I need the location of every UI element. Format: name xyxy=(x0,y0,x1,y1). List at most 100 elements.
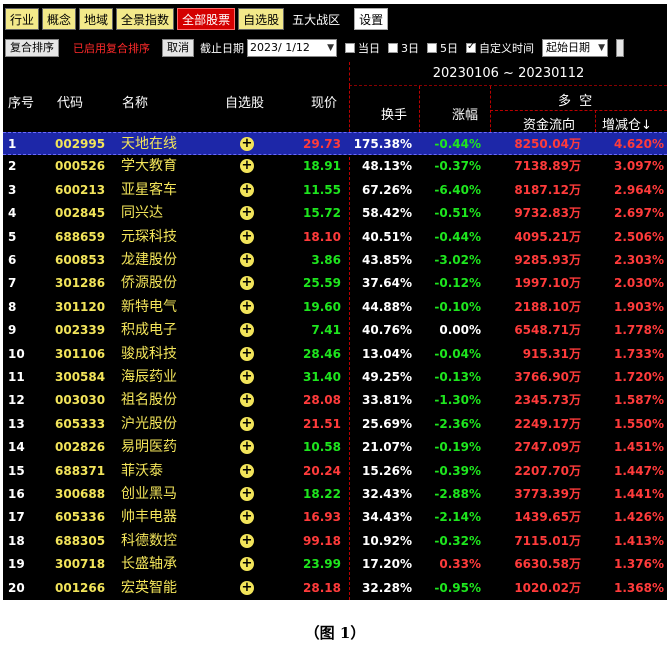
add-watchlist-icon[interactable]: + xyxy=(240,463,254,478)
col-capital-flow[interactable]: 资金流向 xyxy=(523,114,575,133)
col-index[interactable]: 序号 xyxy=(8,92,34,111)
row-index: 13 xyxy=(8,416,25,431)
turnover-rate: 40.51% xyxy=(362,229,412,244)
col-price[interactable]: 现价 xyxy=(311,92,337,111)
tab-all-stocks[interactable]: 全部股票 xyxy=(177,8,236,30)
change-percent: -2.88% xyxy=(434,487,481,501)
option-custom-time[interactable]: 自定义时间 xyxy=(466,40,534,56)
add-watchlist-icon[interactable]: + xyxy=(240,276,254,291)
table-row[interactable]: 4 002845 同兴达 + 15.72 58.42% -0.51% 9732.… xyxy=(3,202,667,225)
col-position-change[interactable]: 增减仓↓ xyxy=(602,114,652,133)
checkbox-icon[interactable] xyxy=(427,43,437,53)
table-row[interactable]: 13 605333 沪光股份 + 21.51 25.69% -2.36% 224… xyxy=(3,413,667,436)
add-watchlist-icon[interactable]: + xyxy=(240,440,254,455)
table-row[interactable]: 5 688659 元琛科技 + 18.10 40.51% -0.44% 4095… xyxy=(3,226,667,249)
stock-code: 688305 xyxy=(55,533,106,548)
col-turnover[interactable]: 换手 xyxy=(381,104,407,123)
end-date-picker[interactable]: 2023/ 1/12 ▼ xyxy=(247,39,337,57)
option-3day[interactable]: 3日 xyxy=(388,40,419,56)
table-row[interactable]: 11 300584 海辰药业 + 31.40 49.25% -0.13% 376… xyxy=(3,366,667,389)
stock-code: 688659 xyxy=(55,229,106,244)
capital-flow: 9285.93万 xyxy=(514,253,581,267)
add-watchlist-icon[interactable]: + xyxy=(240,229,254,244)
table-row[interactable]: 9 002339 积成电子 + 7.41 40.76% 0.00% 6548.7… xyxy=(3,319,667,342)
table-row[interactable]: 16 300688 创业黑马 + 18.22 32.43% -2.88% 377… xyxy=(3,483,667,506)
table-row[interactable]: 15 688371 菲沃泰 + 20.24 15.26% -0.39% 2207… xyxy=(3,460,667,483)
stock-name: 新特电气 xyxy=(121,298,177,315)
stock-code: 600853 xyxy=(55,253,106,267)
add-watchlist-icon[interactable]: + xyxy=(240,557,254,572)
settings-button[interactable]: 设置 xyxy=(354,8,389,30)
change-percent: -0.10% xyxy=(434,299,481,314)
current-price: 25.59 xyxy=(303,276,341,291)
row-index: 11 xyxy=(8,370,25,384)
capital-flow: 4095.21万 xyxy=(514,229,581,244)
start-date-select[interactable]: 起始日期 ▼ xyxy=(542,39,608,57)
add-watchlist-icon[interactable]: + xyxy=(240,137,254,151)
change-percent: -0.44% xyxy=(434,137,481,151)
position-change: 2.964% xyxy=(614,182,664,197)
stock-code: 002339 xyxy=(55,323,106,338)
table-row[interactable]: 12 003030 祖名股份 + 28.08 33.81% -1.30% 234… xyxy=(3,389,667,412)
option-5day-label: 5日 xyxy=(440,42,458,55)
add-watchlist-icon[interactable]: + xyxy=(240,487,254,501)
stock-code: 600213 xyxy=(55,182,106,197)
row-index: 7 xyxy=(8,276,17,291)
table-row[interactable]: 7 301286 侨源股份 + 25.59 37.64% -0.12% 1997… xyxy=(3,272,667,295)
table-row[interactable]: 1 002995 天地在线 + 29.73 175.38% -0.44% 825… xyxy=(3,132,667,156)
tab-five-zones[interactable]: 五大战区 xyxy=(287,8,346,30)
table-row[interactable]: 2 000526 学大教育 + 18.91 48.13% -0.37% 7138… xyxy=(3,155,667,178)
add-watchlist-icon[interactable]: + xyxy=(240,533,254,548)
stock-name: 创业黑马 xyxy=(121,486,177,502)
col-change-pct[interactable]: 涨幅 xyxy=(452,104,478,123)
position-change: 2.030% xyxy=(614,276,664,291)
stock-name: 宏英智能 xyxy=(121,579,177,596)
tab-region[interactable]: 地域 xyxy=(79,8,114,30)
position-change: 1.720% xyxy=(614,370,664,384)
cancel-button[interactable]: 取消 xyxy=(162,39,194,57)
add-watchlist-icon[interactable]: + xyxy=(240,370,254,384)
col-code[interactable]: 代码 xyxy=(57,92,83,111)
add-watchlist-icon[interactable]: + xyxy=(240,206,254,221)
stock-code: 002845 xyxy=(55,206,106,221)
add-watchlist-icon[interactable]: + xyxy=(240,253,254,267)
table-row[interactable]: 10 301106 骏成科技 + 28.46 13.04% -0.04% 915… xyxy=(3,343,667,366)
capital-flow: 9732.83万 xyxy=(514,206,581,221)
option-today[interactable]: 当日 xyxy=(345,40,380,56)
checkbox-icon[interactable] xyxy=(345,43,355,53)
table-row[interactable]: 20 001266 宏英智能 + 28.18 32.28% -0.95% 102… xyxy=(3,577,667,600)
table-row[interactable]: 3 600213 亚星客车 + 11.55 67.26% -6.40% 8187… xyxy=(3,179,667,202)
col-name[interactable]: 名称 xyxy=(122,92,148,111)
tab-watchlist[interactable]: 自选股 xyxy=(238,8,285,30)
table-row[interactable]: 17 605336 帅丰电器 + 16.93 34.43% -2.14% 143… xyxy=(3,506,667,529)
table-row[interactable]: 19 300718 长盛轴承 + 23.99 17.20% 0.33% 6630… xyxy=(3,553,667,576)
header-divider xyxy=(419,86,420,132)
row-index: 4 xyxy=(8,206,17,221)
add-watchlist-icon[interactable]: + xyxy=(240,416,254,431)
tab-concept[interactable]: 概念 xyxy=(42,8,77,30)
col-watchlist[interactable]: 自选股 xyxy=(225,92,264,111)
category-tab-bar: 行业 概念 地域 全景指数 全部股票 自选股 五大战区 设置 xyxy=(3,4,667,34)
tab-industry[interactable]: 行业 xyxy=(5,8,40,30)
add-watchlist-icon[interactable]: + xyxy=(240,580,254,595)
add-watchlist-icon[interactable]: + xyxy=(240,346,254,361)
option-5day[interactable]: 5日 xyxy=(427,40,458,56)
capital-flow: 2747.09万 xyxy=(514,440,581,455)
option-3day-label: 3日 xyxy=(401,42,419,55)
table-row[interactable]: 8 301120 新特电气 + 19.60 44.88% -0.10% 2188… xyxy=(3,296,667,319)
overflow-button[interactable] xyxy=(616,39,624,57)
add-watchlist-icon[interactable]: + xyxy=(240,323,254,338)
add-watchlist-icon[interactable]: + xyxy=(240,299,254,314)
add-watchlist-icon[interactable]: + xyxy=(240,510,254,525)
checkbox-checked-icon[interactable] xyxy=(466,41,476,53)
table-row[interactable]: 18 688305 科德数控 + 99.18 10.92% -0.32% 711… xyxy=(3,530,667,553)
add-watchlist-icon[interactable]: + xyxy=(240,182,254,197)
current-price: 18.22 xyxy=(303,487,341,501)
table-row[interactable]: 14 002826 易明医药 + 10.58 21.07% -0.19% 274… xyxy=(3,436,667,459)
add-watchlist-icon[interactable]: + xyxy=(240,393,254,408)
table-row[interactable]: 6 600853 龙建股份 + 3.86 43.85% -3.02% 9285.… xyxy=(3,249,667,272)
add-watchlist-icon[interactable]: + xyxy=(240,159,254,174)
tab-panorama-index[interactable]: 全景指数 xyxy=(116,8,175,30)
composite-sort-button[interactable]: 复合排序 xyxy=(5,39,59,57)
checkbox-icon[interactable] xyxy=(388,43,398,53)
